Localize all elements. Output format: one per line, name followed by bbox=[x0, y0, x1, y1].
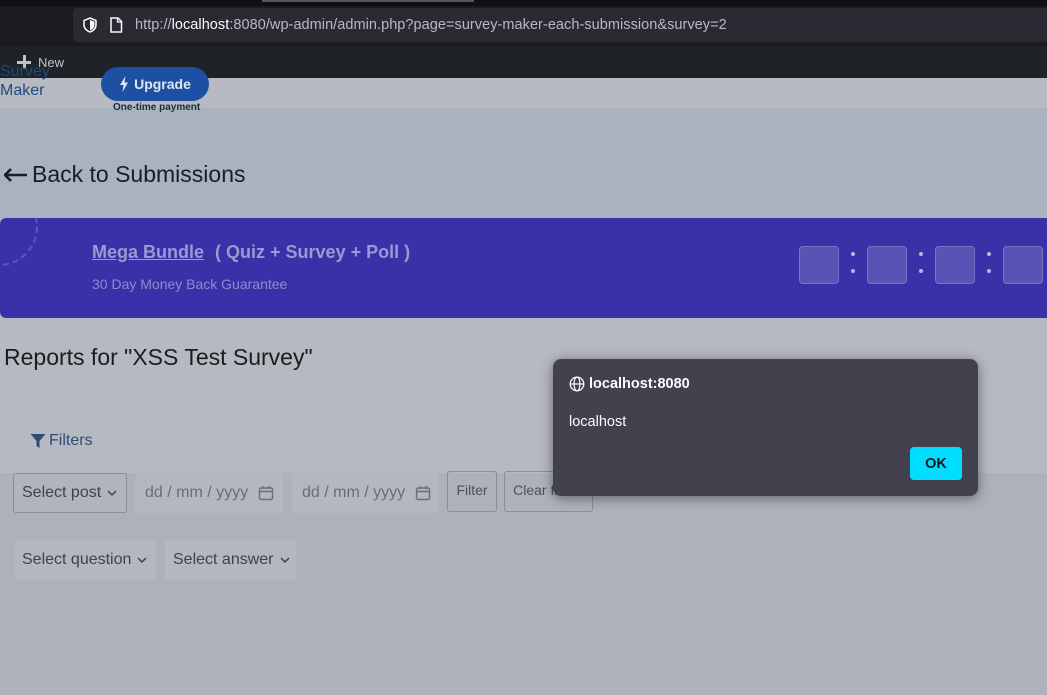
select-post-value: Select post bbox=[22, 484, 102, 501]
filters-label: Filters bbox=[49, 432, 93, 449]
chevron-down-icon bbox=[107, 490, 117, 497]
reports-title: Reports for "XSS Test Survey" bbox=[4, 344, 313, 370]
browser-toolbar: http://localhost:8080/wp-admin/admin.php… bbox=[0, 0, 1047, 46]
dialog-origin: localhost:8080 bbox=[589, 376, 690, 392]
dialog-header: localhost:8080 bbox=[569, 376, 690, 392]
select-answer-value: Select answer bbox=[173, 551, 274, 568]
chevron-down-icon bbox=[137, 557, 147, 564]
tab-strip bbox=[0, 0, 1047, 6]
mega-bundle-link[interactable]: Mega Bundle bbox=[92, 242, 204, 262]
ok-button[interactable]: OK bbox=[910, 447, 962, 480]
countdown-days bbox=[799, 246, 839, 284]
end-date-input[interactable]: dd / mm / yyyy bbox=[292, 473, 439, 513]
alert-dialog: localhost:8080 localhost OK bbox=[553, 359, 978, 496]
plugin-brand[interactable]: Survey Maker bbox=[0, 62, 60, 100]
upgrade-label: Upgrade bbox=[134, 76, 191, 92]
countdown-hours bbox=[867, 246, 907, 284]
url-host: localhost bbox=[171, 17, 230, 33]
promo-title: Mega Bundle ( Quiz + Survey + Poll ) bbox=[92, 242, 410, 263]
countdown-separator bbox=[986, 248, 992, 278]
bolt-icon bbox=[120, 76, 129, 92]
arrow-left-icon bbox=[4, 167, 27, 182]
shield-icon[interactable] bbox=[82, 17, 98, 33]
url-text[interactable]: http://localhost:8080/wp-admin/admin.php… bbox=[135, 17, 727, 33]
url-prefix: http:// bbox=[135, 17, 172, 33]
countdown-separator bbox=[918, 248, 924, 278]
countdown-separator bbox=[850, 248, 856, 278]
upgrade-note: One-time payment bbox=[113, 102, 201, 113]
countdown-minutes bbox=[935, 246, 975, 284]
start-date-input[interactable]: dd / mm / yyyy bbox=[135, 473, 283, 513]
promo-banner: Mega Bundle ( Quiz + Survey + Poll ) 30 … bbox=[0, 218, 1047, 318]
select-question-dropdown[interactable]: Select question bbox=[14, 540, 156, 580]
select-answer-dropdown[interactable]: Select answer bbox=[165, 540, 296, 580]
filter-funnel-icon bbox=[30, 434, 46, 448]
filters-toggle[interactable]: Filters bbox=[30, 432, 93, 450]
select-post-dropdown[interactable]: Select post bbox=[13, 473, 127, 513]
page-info-icon[interactable] bbox=[109, 17, 123, 33]
select-question-value: Select question bbox=[22, 551, 132, 568]
countdown-seconds bbox=[1003, 246, 1043, 284]
end-date-placeholder: dd / mm / yyyy bbox=[302, 484, 406, 501]
chevron-down-icon bbox=[279, 557, 290, 564]
filter-button[interactable]: Filter bbox=[447, 471, 497, 512]
calendar-icon[interactable] bbox=[258, 485, 274, 501]
promo-title-suffix: ( Quiz + Survey + Poll ) bbox=[215, 242, 411, 262]
globe-icon bbox=[569, 376, 585, 392]
promo-subtitle: 30 Day Money Back Guarantee bbox=[92, 276, 288, 292]
active-tab-indicator[interactable] bbox=[262, 0, 474, 2]
start-date-placeholder: dd / mm / yyyy bbox=[145, 484, 249, 501]
dialog-message: localhost bbox=[569, 414, 627, 430]
upgrade-button[interactable]: Upgrade bbox=[101, 67, 209, 101]
back-link-label: Back to Submissions bbox=[32, 161, 246, 187]
calendar-icon[interactable] bbox=[415, 485, 431, 501]
back-to-submissions-link[interactable]: Back to Submissions bbox=[4, 161, 245, 188]
url-path: :8080/wp-admin/admin.php?page=survey-mak… bbox=[229, 17, 727, 33]
decorative-circle bbox=[0, 218, 38, 266]
address-bar[interactable]: http://localhost:8080/wp-admin/admin.php… bbox=[73, 8, 1047, 42]
